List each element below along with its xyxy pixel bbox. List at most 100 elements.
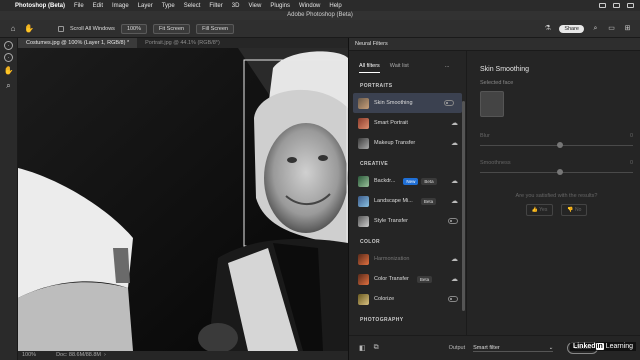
- backdrop-thumbnail: [358, 175, 369, 187]
- beta-badge: Beta: [416, 275, 433, 283]
- toggle-switch[interactable]: [448, 296, 458, 302]
- beaker-icon[interactable]: ⚗: [543, 24, 552, 33]
- filter-list-scrollbar[interactable]: [462, 101, 465, 311]
- hand-tool-icon[interactable]: ✋: [24, 24, 34, 34]
- smoothness-slider[interactable]: [480, 169, 633, 175]
- menu-select[interactable]: Select: [184, 3, 201, 9]
- filter-landscape-mixer[interactable]: Landscape Mi... Beta ☁: [349, 191, 466, 211]
- no-button[interactable]: 👎 No: [561, 204, 588, 216]
- filter-name: Style Transfer: [374, 218, 408, 224]
- badges: New Beta: [403, 177, 437, 185]
- selected-face-thumbnail[interactable]: [480, 91, 504, 117]
- learning-wordmark: Learning: [605, 343, 633, 350]
- toggle-switch[interactable]: [444, 100, 454, 106]
- scroll-all-windows-checkbox[interactable]: [58, 25, 64, 32]
- cloud-download-icon[interactable]: ☁: [451, 177, 458, 185]
- more-tools-icon[interactable]: ·: [4, 41, 13, 50]
- cloud-download-icon[interactable]: ☁: [451, 139, 458, 147]
- tab-all-filters[interactable]: All filters: [359, 63, 380, 73]
- filter-skin-smoothing[interactable]: Skin Smoothing: [353, 93, 462, 113]
- menu-filter[interactable]: Filter: [209, 3, 222, 9]
- control-center-icon[interactable]: [627, 3, 634, 8]
- menu-file[interactable]: File: [74, 3, 84, 9]
- section-portraits: PORTRAITS: [360, 83, 393, 89]
- filter-settings: Skin Smoothing Selected face Blur 0 Smoot…: [468, 51, 640, 335]
- filter-color-transfer[interactable]: Color Transfer Beta ☁: [349, 269, 466, 289]
- cloud-download-icon[interactable]: ☁: [451, 275, 458, 283]
- smoothness-value[interactable]: 0: [630, 160, 633, 166]
- menu-3d[interactable]: 3D: [232, 3, 240, 9]
- menu-edit[interactable]: Edit: [93, 3, 103, 9]
- layer-preview-icon[interactable]: ◧: [359, 344, 366, 352]
- filter-tabs: All filters Wait list ...: [349, 51, 466, 73]
- filter-harmonization[interactable]: Harmonization ☁: [349, 249, 466, 269]
- fill-screen-button[interactable]: Fill Screen: [196, 23, 235, 34]
- filter-makeup-transfer[interactable]: Makeup Transfer ☁: [349, 133, 466, 153]
- toggle-switch[interactable]: [448, 218, 458, 224]
- yes-label: Yes: [539, 207, 548, 213]
- filter-colorize[interactable]: Colorize: [349, 289, 466, 309]
- filter-name: Landscape Mi...: [374, 198, 413, 204]
- yes-button[interactable]: 👍 Yes: [525, 204, 554, 216]
- doc-size-text: Doc: 88.6M/88.8M: [56, 352, 102, 358]
- style-transfer-thumbnail: [358, 215, 369, 227]
- blur-slider-row: Blur 0: [480, 133, 633, 148]
- blur-slider-knob[interactable]: [556, 142, 563, 148]
- panel-footer: ◧ ⧉ Output Smart filter⌄ Cancel Linkedin…: [349, 335, 640, 360]
- system-tray: [599, 3, 640, 8]
- stack-icon[interactable]: ⧉: [374, 344, 379, 352]
- menu-window[interactable]: Window: [299, 3, 320, 9]
- makeup-transfer-thumbnail: [358, 137, 369, 149]
- cloud-download-icon[interactable]: ☁: [451, 255, 458, 263]
- battery-icon: [599, 3, 606, 8]
- search-icon[interactable]: ⌕: [591, 24, 600, 33]
- feedback-buttons: 👍 Yes 👎 No: [480, 204, 633, 216]
- app-menu[interactable]: Photoshop (Beta): [15, 3, 65, 9]
- smoothness-slider-knob[interactable]: [556, 169, 563, 175]
- chevron-right-icon[interactable]: ›: [104, 351, 106, 360]
- more-options-icon[interactable]: ...: [445, 63, 450, 73]
- menu-type[interactable]: Type: [162, 3, 175, 9]
- menu-layer[interactable]: Layer: [138, 3, 153, 9]
- cloud-download-icon[interactable]: ☁: [451, 119, 458, 127]
- zoom-tool-icon[interactable]: ⌕: [3, 80, 15, 92]
- tab-portrait[interactable]: Portrait.jpg @ 44.1% (RGB/8*): [137, 38, 228, 48]
- edit-toolbar-icon[interactable]: ·: [4, 53, 13, 62]
- harmonization-thumbnail: [358, 253, 369, 265]
- window-title: Adobe Photoshop (Beta): [0, 11, 640, 20]
- workspace-icon[interactable]: ▭: [607, 24, 616, 33]
- document-canvas[interactable]: [18, 48, 348, 351]
- smoothness-label: Smoothness: [480, 160, 511, 166]
- linkedin-wordmark: Linkedin: [572, 343, 604, 350]
- document-tabs: Costumes.jpg @ 100% (Layer 1, RGB/8) * P…: [18, 38, 348, 48]
- filter-backdrop[interactable]: Backdr... New Beta ☁: [349, 171, 466, 191]
- zoom-100-button[interactable]: 100%: [120, 23, 148, 34]
- photo-image: [18, 48, 348, 351]
- menu-image[interactable]: Image: [112, 3, 129, 9]
- menu-help[interactable]: Help: [329, 3, 341, 9]
- colorize-thumbnail: [358, 293, 369, 305]
- menu-plugins[interactable]: Plugins: [270, 3, 290, 9]
- fit-screen-button[interactable]: Fit Screen: [153, 23, 191, 34]
- tab-wait-list[interactable]: Wait list: [390, 63, 409, 73]
- arrange-icon[interactable]: ⊞: [623, 24, 632, 33]
- blur-label: Blur: [480, 133, 490, 139]
- home-icon[interactable]: ⌂: [8, 24, 18, 34]
- blur-slider[interactable]: [480, 142, 633, 148]
- filter-smart-portrait[interactable]: Smart Portrait ☁: [349, 113, 466, 133]
- section-photography: PHOTOGRAPHY: [360, 317, 404, 323]
- selected-face-label: Selected face: [480, 80, 514, 86]
- blur-value[interactable]: 0: [630, 133, 633, 139]
- beta-badge: Beta: [421, 177, 437, 185]
- tab-costumes[interactable]: Costumes.jpg @ 100% (Layer 1, RGB/8) *: [18, 38, 138, 48]
- share-button[interactable]: Share: [559, 24, 584, 33]
- zoom-level[interactable]: 100%: [22, 351, 36, 360]
- hand-tool-icon[interactable]: ✋: [3, 65, 15, 77]
- badges: Beta: [420, 197, 437, 205]
- output-select[interactable]: Smart filter ⌄: [473, 345, 554, 352]
- filter-name: Colorize: [374, 296, 395, 302]
- cloud-download-icon[interactable]: ☁: [451, 197, 458, 205]
- filter-style-transfer[interactable]: Style Transfer: [349, 211, 466, 231]
- menu-view[interactable]: View: [248, 3, 261, 9]
- filter-name: Makeup Transfer: [374, 140, 416, 146]
